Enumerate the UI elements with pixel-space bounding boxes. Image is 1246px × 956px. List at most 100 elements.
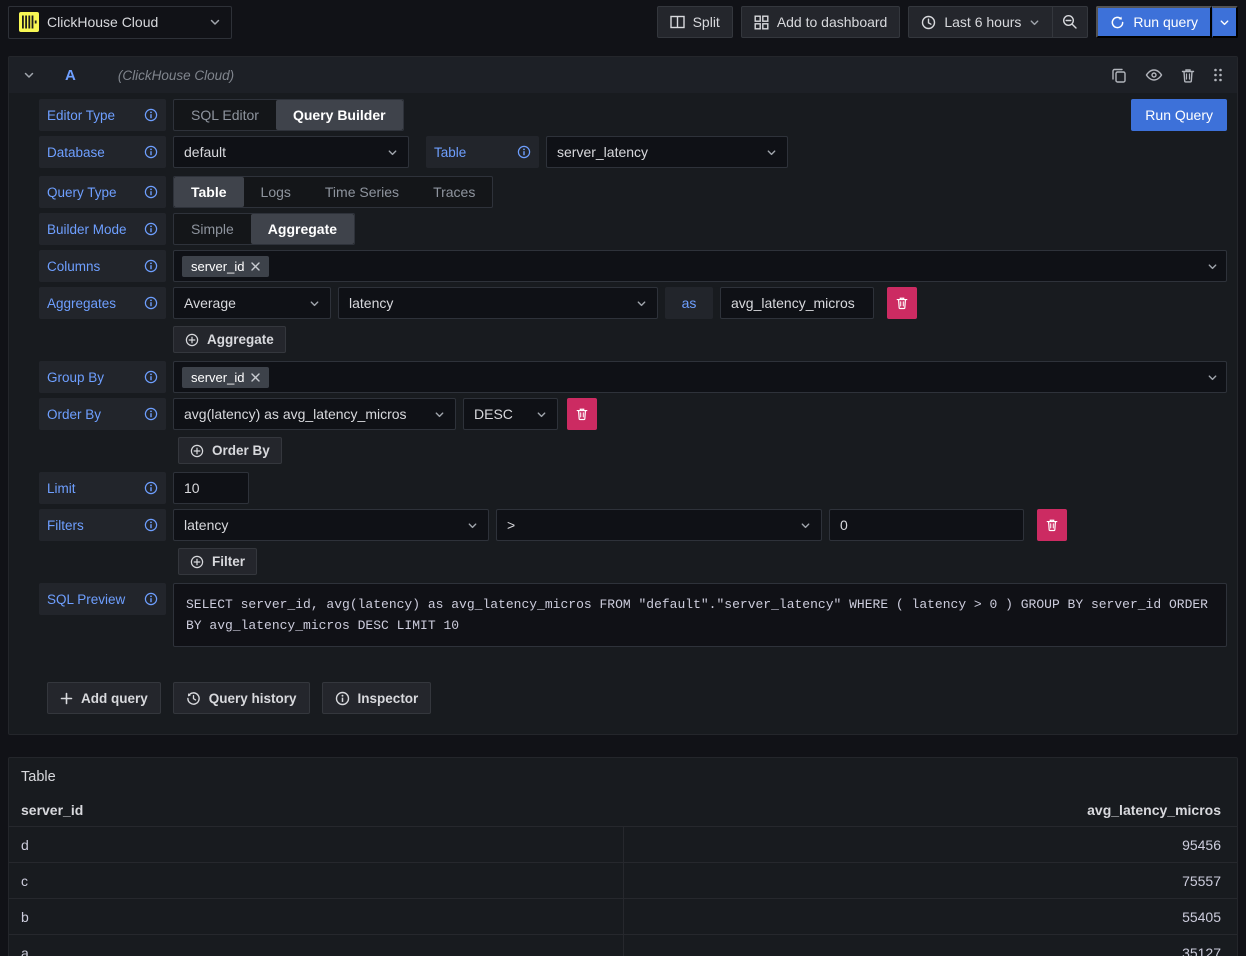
remove-aggregate-button[interactable] xyxy=(887,287,917,319)
filters-label: Filters xyxy=(39,509,166,541)
datasource-name: ClickHouse Cloud xyxy=(47,14,201,30)
columns-label: Columns xyxy=(39,250,166,282)
aggregate-as-label: as xyxy=(665,287,713,319)
query-type-label: Query Type xyxy=(39,176,166,208)
chevron-down-icon xyxy=(467,520,478,531)
table-header-row: server_id avg_latency_micros xyxy=(9,794,1237,826)
columns-multiselect[interactable]: server_id xyxy=(173,250,1227,282)
query-type-option-time-series[interactable]: Time Series xyxy=(308,177,416,207)
zoom-out-icon xyxy=(1062,14,1078,30)
query-footer-actions: Add query Query history Inspector xyxy=(39,652,1227,724)
sql-preview-row: SQL Preview SELECT server_id, avg(latenc… xyxy=(39,583,1227,647)
plus-icon xyxy=(60,692,73,705)
run-query-dropdown[interactable] xyxy=(1212,6,1238,38)
add-to-dashboard-button[interactable]: Add to dashboard xyxy=(741,6,901,38)
info-icon[interactable] xyxy=(144,145,158,159)
add-filter-button[interactable]: Filter xyxy=(178,548,257,575)
info-icon[interactable] xyxy=(144,592,158,606)
datasource-picker[interactable]: ClickHouse Cloud xyxy=(8,6,232,39)
query-type-option-table[interactable]: Table xyxy=(174,177,244,207)
panel-run-query-button[interactable]: Run Query xyxy=(1131,99,1227,131)
column-header-avg-latency-micros[interactable]: avg_latency_micros xyxy=(623,802,1237,818)
query-row-header[interactable]: A (ClickHouse Cloud) xyxy=(9,57,1237,93)
chevron-down-icon xyxy=(800,520,811,531)
info-icon[interactable] xyxy=(144,185,158,199)
inspector-button[interactable]: Inspector xyxy=(322,682,432,714)
chevron-down-icon xyxy=(1207,372,1218,383)
table-row[interactable]: d 95456 xyxy=(9,826,1237,862)
info-icon[interactable] xyxy=(144,108,158,122)
group-by-label: Group By xyxy=(39,361,166,393)
chevron-down-icon xyxy=(536,409,547,420)
remove-order-by-button[interactable] xyxy=(567,398,597,430)
builder-mode-option-simple[interactable]: Simple xyxy=(174,214,251,244)
add-order-by-row: Order By xyxy=(39,437,1227,464)
query-type-radio-group: Table Logs Time Series Traces xyxy=(173,176,493,208)
split-button[interactable]: Split xyxy=(657,6,733,38)
builder-mode-option-aggregate[interactable]: Aggregate xyxy=(251,214,354,244)
group-by-multiselect[interactable]: server_id xyxy=(173,361,1227,393)
aggregates-row: Aggregates Average latency as xyxy=(39,287,1227,319)
info-icon[interactable] xyxy=(144,222,158,236)
table-row[interactable]: b 55405 xyxy=(9,898,1237,934)
query-type-option-traces[interactable]: Traces xyxy=(416,177,492,207)
info-icon[interactable] xyxy=(517,145,531,159)
database-table-row: Database default Table server_latency xyxy=(39,136,1227,168)
columns-chip-server-id: server_id xyxy=(182,256,269,277)
editor-type-option-sql-editor[interactable]: SQL Editor xyxy=(174,100,276,130)
explore-toolbar: ClickHouse Cloud Split Add to dashboard … xyxy=(0,0,1246,44)
add-order-by-button[interactable]: Order By xyxy=(178,437,282,464)
delete-query-trash-icon[interactable] xyxy=(1181,68,1195,83)
order-by-direction-select[interactable]: DESC xyxy=(463,398,558,430)
database-select[interactable]: default xyxy=(173,136,409,168)
dashboard-grid-icon xyxy=(754,15,769,30)
limit-input[interactable] xyxy=(173,472,249,504)
aggregate-column-select[interactable]: latency xyxy=(338,287,658,319)
query-type-option-logs[interactable]: Logs xyxy=(244,177,308,207)
query-history-button[interactable]: Query history xyxy=(173,682,310,714)
table-row[interactable]: a 35127 xyxy=(9,934,1237,956)
filter-operator-select[interactable]: > xyxy=(496,509,822,541)
info-icon[interactable] xyxy=(144,407,158,421)
zoom-out-time-button[interactable] xyxy=(1053,6,1088,38)
info-icon[interactable] xyxy=(144,481,158,495)
add-aggregate-button[interactable]: Aggregate xyxy=(173,326,286,353)
aggregate-alias-input[interactable] xyxy=(720,287,874,319)
time-range-picker[interactable]: Last 6 hours xyxy=(908,6,1053,38)
table-panel-title: Table xyxy=(9,758,1237,794)
info-icon[interactable] xyxy=(144,518,158,532)
remove-chip-icon[interactable] xyxy=(251,262,260,271)
run-query-button[interactable]: Run query xyxy=(1096,6,1212,38)
filter-value-input[interactable] xyxy=(829,509,1024,541)
chevron-down-icon xyxy=(1219,17,1230,28)
remove-filter-button[interactable] xyxy=(1037,509,1067,541)
collapse-chevron-icon[interactable] xyxy=(23,69,35,81)
column-header-server-id[interactable]: server_id xyxy=(9,802,623,818)
info-icon[interactable] xyxy=(144,370,158,384)
toolbar-actions: Split Add to dashboard Last 6 hours Run … xyxy=(657,6,1238,38)
info-icon[interactable] xyxy=(144,259,158,273)
add-query-button[interactable]: Add query xyxy=(47,682,161,714)
columns-row: Columns server_id xyxy=(39,250,1227,282)
remove-chip-icon[interactable] xyxy=(251,373,260,382)
order-by-row: Order By avg(latency) as avg_latency_mic… xyxy=(39,398,1227,430)
hide-query-eye-icon[interactable] xyxy=(1145,68,1163,82)
plus-circle-icon xyxy=(185,333,199,347)
editor-type-radio-group: SQL Editor Query Builder xyxy=(173,99,404,131)
aggregates-label: Aggregates xyxy=(39,287,166,319)
trash-icon xyxy=(576,407,588,421)
query-builder-form: Editor Type SQL Editor Query Builder Run… xyxy=(9,93,1237,734)
editor-type-option-query-builder[interactable]: Query Builder xyxy=(276,100,403,130)
duplicate-query-icon[interactable] xyxy=(1111,67,1127,83)
filter-column-select[interactable]: latency xyxy=(173,509,489,541)
drag-handle-icon[interactable] xyxy=(1213,67,1223,83)
table-row[interactable]: c 75557 xyxy=(9,862,1237,898)
info-icon[interactable] xyxy=(144,296,158,310)
results-table: server_id avg_latency_micros d 95456 c 7… xyxy=(9,794,1237,956)
aggregate-function-select[interactable]: Average xyxy=(173,287,331,319)
order-by-expression-select[interactable]: avg(latency) as avg_latency_micros xyxy=(173,398,456,430)
time-controls: Last 6 hours xyxy=(908,6,1088,38)
table-select[interactable]: server_latency xyxy=(546,136,788,168)
builder-mode-row: Builder Mode Simple Aggregate xyxy=(39,213,1227,245)
query-row-actions xyxy=(1111,67,1223,83)
